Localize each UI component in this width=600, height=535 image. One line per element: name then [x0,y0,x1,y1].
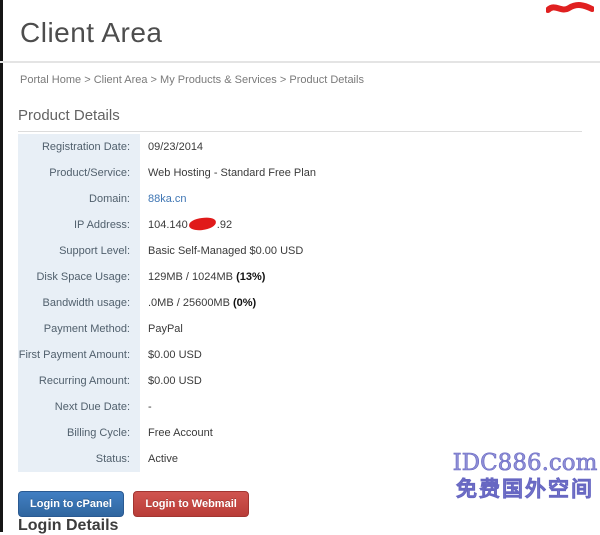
product-details-table: Registration Date: 09/23/2014 Product/Serv… [18,134,582,472]
page-title: Client Area [20,16,162,50]
watermark-slogan: 免费国外空间 [452,476,598,503]
table-row: Support Level: Basic Self-Managed $0.00 U… [18,238,582,264]
row-value: $0.00 USD [140,368,582,394]
breadcrumb-separator: > [148,74,161,86]
breadcrumb-item[interactable]: My Products & Services [160,74,277,86]
breadcrumb-item: Product Details [289,74,364,86]
login-details-section-title: Login Details [18,517,118,535]
row-label: Bandwidth usage: [18,290,140,316]
value-text: Basic Self-Managed $0.00 USD [148,245,303,257]
value-text: .92 [217,219,232,231]
row-value: Web Hosting - Standard Free Plan [140,160,582,186]
row-label: Billing Cycle: [18,420,140,446]
row-label: Status: [18,446,140,472]
row-value: - [140,394,582,420]
product-details-section-title: Product Details [18,107,582,132]
table-row: Product/Service: Web Hosting - Standard F… [18,160,582,186]
row-value: PayPal [140,316,582,342]
watermark: IDC886.com 免费国外空间 [452,450,598,503]
row-label: First Payment Amount: [18,342,140,368]
row-label: Payment Method: [18,316,140,342]
value-text: - [148,401,152,413]
row-value: 129MB / 1024MB (13%) [140,264,582,290]
value-text: .0MB / 25600MB [148,297,233,309]
value-text: 09/23/2014 [148,141,203,153]
table-row: Payment Method: PayPal [18,316,582,342]
value-text: 104.140 [148,219,188,231]
row-label: Disk Space Usage: [18,264,140,290]
table-row: First Payment Amount: $0.00 USD [18,342,582,368]
table-row: Disk Space Usage:129MB / 1024MB (13%) [18,264,582,290]
row-value: Basic Self-Managed $0.00 USD [140,238,582,264]
breadcrumb-item[interactable]: Client Area [94,74,148,86]
row-value: 88ka.cn [140,186,582,212]
value-text: PayPal [148,323,183,335]
row-label: Next Due Date: [18,394,140,420]
row-label: Registration Date: [18,134,140,160]
row-label: Domain: [18,186,140,212]
table-row: Billing Cycle: Free Account [18,420,582,446]
header-divider [0,61,600,63]
row-value: $0.00 USD [140,342,582,368]
table-row: Registration Date: 09/23/2014 [18,134,582,160]
screenshot-left-border [0,0,3,532]
value-text: 129MB / 1024MB [148,271,236,283]
value-text: (0%) [233,297,256,309]
table-row: Domain: 88ka.cn [18,186,582,212]
row-label: Support Level: [18,238,140,264]
action-buttons: Login to cPanel Login to Webmail [18,491,254,517]
login-to-cpanel-button[interactable]: Login to cPanel [18,491,124,517]
table-row: IP Address: 104.140 .92 [18,212,582,238]
domain-link[interactable]: 88ka.cn [148,193,187,205]
breadcrumb-item[interactable]: Portal Home [20,74,81,86]
row-label: Recurring Amount: [18,368,140,394]
value-text: $0.00 USD [148,375,202,387]
table-row: Recurring Amount: $0.00 USD [18,368,582,394]
row-label: Product/Service: [18,160,140,186]
breadcrumb-separator: > [81,74,94,86]
value-text: $0.00 USD [148,349,202,361]
value-text: Free Account [148,427,213,439]
row-value: Free Account [140,420,582,446]
row-value: 09/23/2014 [140,134,582,160]
value-text: (13%) [236,271,265,283]
watermark-site-name: IDC886.com [452,450,598,476]
redaction-scribble-top-right [546,2,594,14]
value-text: Active [148,453,178,465]
row-label: IP Address: [18,212,140,238]
breadcrumb-separator: > [277,74,290,86]
row-value: .0MB / 25600MB (0%) [140,290,582,316]
table-row: Bandwidth usage:.0MB / 25600MB (0%) [18,290,582,316]
breadcrumb: Portal Home > Client Area > My Products … [20,74,364,86]
ip-redaction-blob [188,217,216,232]
row-value: 104.140 .92 [140,212,582,238]
table-row: Next Due Date:- [18,394,582,420]
value-text: Web Hosting - Standard Free Plan [148,167,316,179]
login-to-webmail-button[interactable]: Login to Webmail [133,491,248,517]
